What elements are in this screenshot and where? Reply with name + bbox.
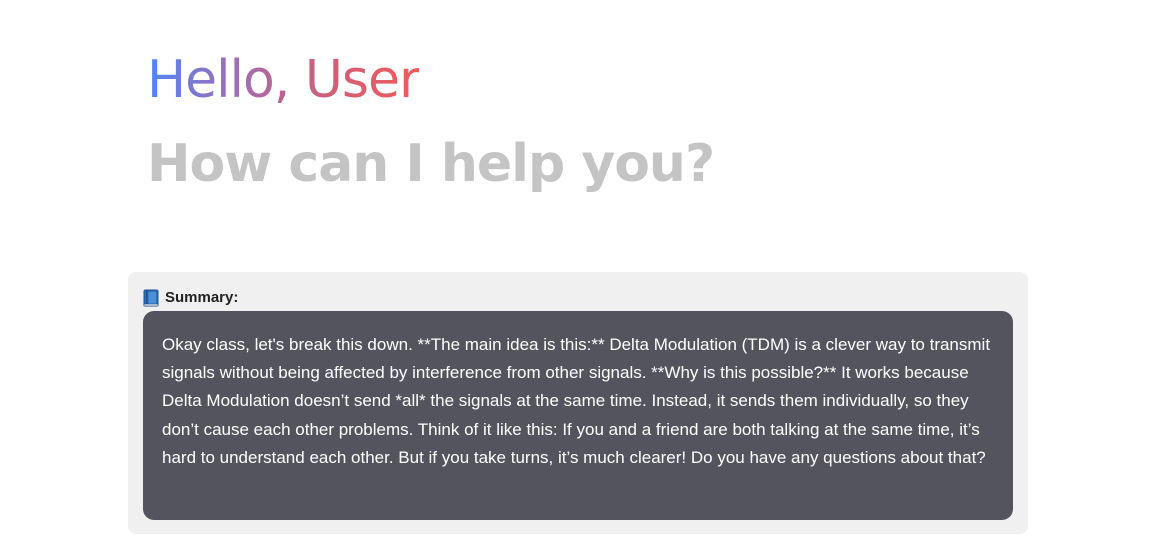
greeting-title: Hello, User [147, 46, 420, 114]
summary-card: Summary: Okay class, let's break this do… [128, 272, 1028, 534]
help-prompt-heading: How can I help you? [147, 134, 715, 194]
summary-text: Okay class, let's break this down. **The… [143, 311, 1013, 520]
page: Hello, User How can I help you? Summary:… [0, 0, 1157, 540]
summary-header: Summary: [143, 288, 238, 308]
book-icon [143, 289, 159, 307]
summary-label: Summary: [165, 289, 239, 306]
